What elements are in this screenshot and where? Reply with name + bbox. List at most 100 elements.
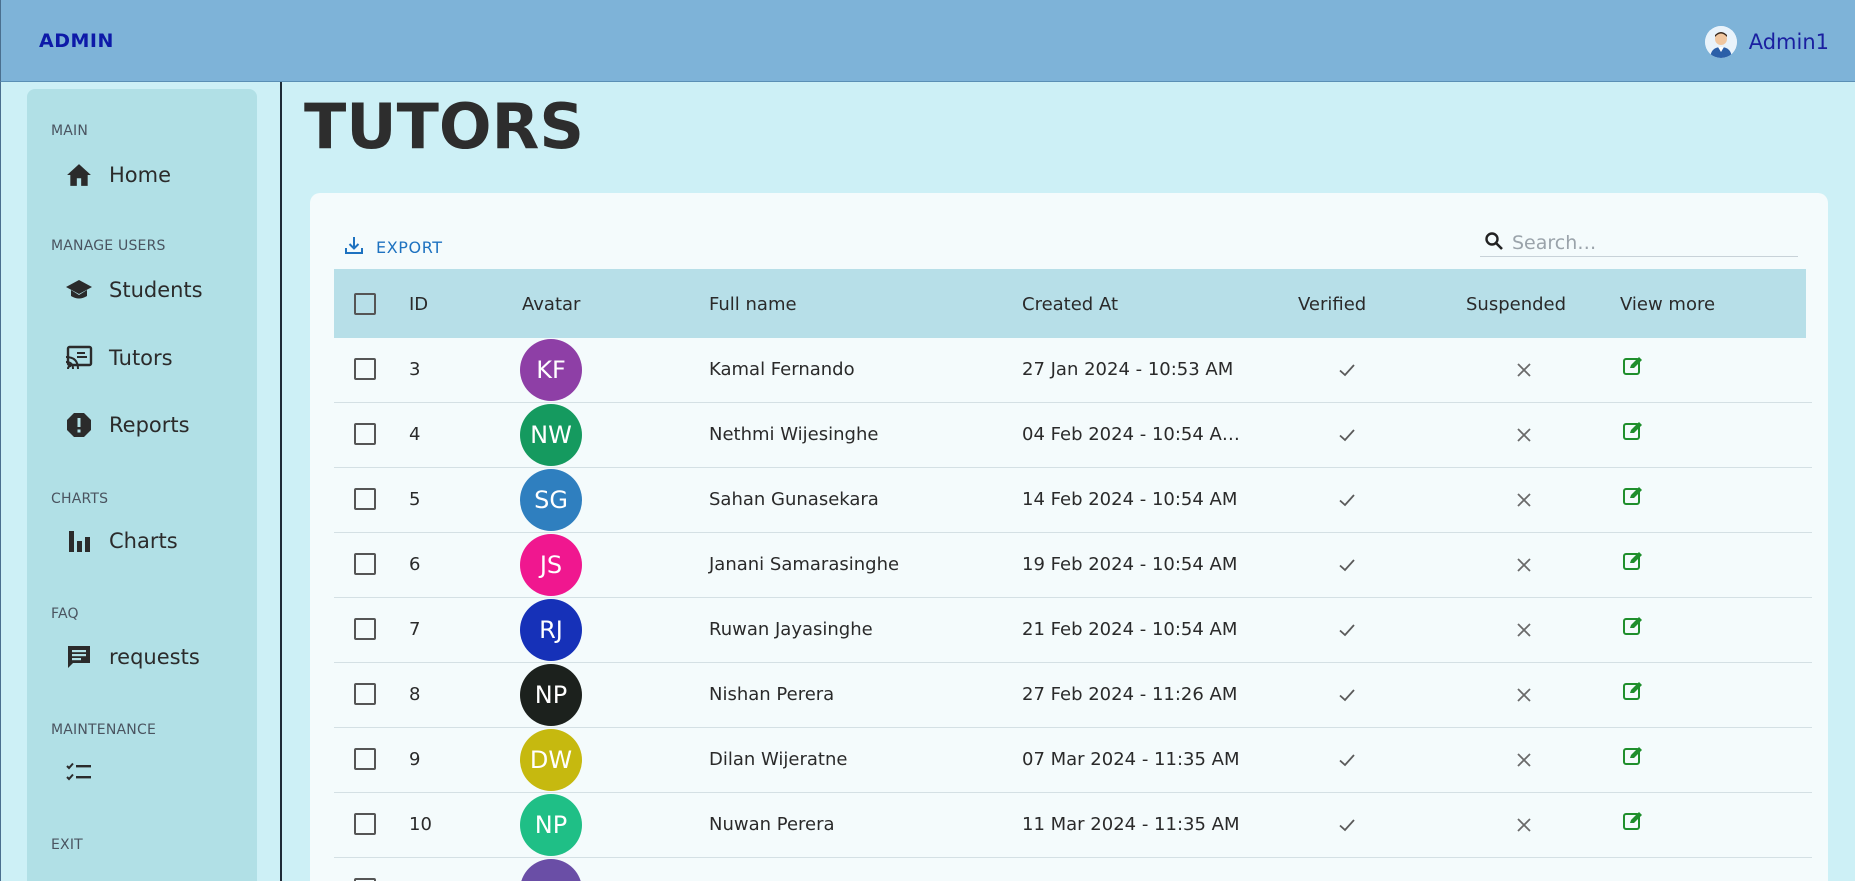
bar-chart-icon	[65, 527, 93, 555]
edit-icon[interactable]	[1622, 745, 1646, 769]
check-icon	[1337, 620, 1357, 640]
row-avatar: JS	[520, 534, 582, 596]
checklist-icon	[65, 759, 93, 787]
column-header-created-at[interactable]: Created At	[1022, 294, 1118, 315]
close-icon	[1514, 360, 1534, 380]
row-checkbox[interactable]	[354, 683, 376, 705]
row-created-at: 14 Feb 2024 - 10:54 AM	[1022, 489, 1238, 510]
close-icon	[1514, 815, 1534, 835]
cast-for-education-icon	[65, 344, 93, 372]
sidebar-item-requests[interactable]	[65, 759, 109, 787]
sidebar-item-reports[interactable]: Reports	[65, 411, 190, 439]
brand-title: ADMIN	[39, 30, 114, 52]
row-created-at: 19 Feb 2024 - 10:54 AM	[1022, 554, 1238, 575]
select-all-checkbox[interactable]	[354, 293, 376, 315]
edit-icon[interactable]	[1622, 550, 1646, 574]
check-icon	[1337, 815, 1357, 835]
export-button[interactable]: EXPORT	[344, 235, 443, 259]
sidebar-item-label: Charts	[109, 529, 178, 553]
row-checkbox[interactable]	[354, 813, 376, 835]
table-row[interactable]: 3 KF Kamal Fernando 27 Jan 2024 - 10:53 …	[334, 338, 1812, 403]
export-label: EXPORT	[376, 237, 443, 257]
graduation-cap-icon	[65, 276, 93, 304]
edit-icon[interactable]	[1622, 485, 1646, 509]
table-row[interactable]: 7 RJ Ruwan Jayasinghe 21 Feb 2024 - 10:5…	[334, 598, 1812, 663]
close-icon	[1514, 555, 1534, 575]
table-row[interactable]: 6 JS Janani Samarasinghe 19 Feb 2024 - 1…	[334, 533, 1812, 598]
table-header-row: ID Avatar Full name Created At Verified …	[334, 269, 1806, 338]
sidebar-item-comments[interactable]: requests	[65, 643, 200, 671]
search-field[interactable]	[1480, 229, 1798, 257]
row-id: 7	[409, 619, 421, 640]
avatar-initials: NW	[530, 421, 572, 449]
table-row[interactable]: 4 NW Nethmi Wijesinghe 04 Feb 2024 - 10:…	[334, 403, 1812, 468]
column-header-avatar[interactable]: Avatar	[522, 294, 580, 315]
search-input[interactable]	[1512, 231, 1782, 254]
edit-icon[interactable]	[1622, 355, 1646, 379]
row-created-at: 11 Mar 2024 - 11:35 AM	[1022, 814, 1240, 835]
row-checkbox[interactable]	[354, 553, 376, 575]
check-icon	[1337, 685, 1357, 705]
user-avatar-icon	[1704, 26, 1737, 58]
page-title: TUTORS	[304, 90, 585, 163]
table-row[interactable]	[334, 858, 1812, 881]
row-checkbox[interactable]	[354, 488, 376, 510]
close-icon	[1514, 425, 1534, 445]
row-avatar: RJ	[520, 599, 582, 661]
edit-icon[interactable]	[1622, 810, 1646, 834]
row-checkbox[interactable]	[354, 358, 376, 380]
sidebar-item-students[interactable]: Students	[65, 276, 203, 304]
sidebar: MAIN Home MANAGE USERS Students Tutors R…	[27, 89, 257, 881]
table-row[interactable]: 9 DW Dilan Wijeratne 07 Mar 2024 - 11:35…	[334, 728, 1812, 793]
check-icon	[1337, 490, 1357, 510]
check-icon	[1337, 555, 1357, 575]
table-row[interactable]: 8 NP Nishan Perera 27 Feb 2024 - 11:26 A…	[334, 663, 1812, 728]
row-avatar: DW	[520, 729, 582, 791]
row-full-name: Kamal Fernando	[709, 359, 855, 380]
row-id: 5	[409, 489, 421, 510]
sidebar-item-label: Tutors	[109, 346, 173, 370]
row-created-at: 07 Mar 2024 - 11:35 AM	[1022, 749, 1240, 770]
column-header-full-name[interactable]: Full name	[709, 294, 797, 315]
user-menu[interactable]: Admin1	[1704, 26, 1829, 58]
row-id: 3	[409, 359, 421, 380]
sidebar-item-tutors[interactable]: Tutors	[65, 344, 173, 372]
avatar-initials: SG	[534, 486, 568, 514]
sidebar-item-charts[interactable]: Charts	[65, 527, 178, 555]
table-row[interactable]: 5 SG Sahan Gunasekara 14 Feb 2024 - 10:5…	[334, 468, 1812, 533]
row-avatar: NP	[520, 664, 582, 726]
user-name: Admin1	[1748, 30, 1829, 54]
row-checkbox[interactable]	[354, 748, 376, 770]
edit-icon[interactable]	[1622, 680, 1646, 704]
table-row[interactable]: 10 NP Nuwan Perera 11 Mar 2024 - 11:35 A…	[334, 793, 1812, 858]
avatar-initials: DW	[529, 746, 573, 774]
avatar-initials: NP	[534, 681, 568, 709]
row-created-at: 27 Jan 2024 - 10:53 AM	[1022, 359, 1234, 380]
row-full-name: Ruwan Jayasinghe	[709, 619, 873, 640]
section-label-faq: FAQ	[51, 606, 79, 622]
edit-icon[interactable]	[1622, 420, 1646, 444]
check-icon	[1337, 750, 1357, 770]
comment-icon	[65, 643, 93, 671]
row-avatar: KF	[520, 339, 582, 401]
edit-icon[interactable]	[1622, 615, 1646, 639]
column-header-verified[interactable]: Verified	[1298, 294, 1366, 315]
check-icon	[1337, 425, 1357, 445]
row-id: 9	[409, 749, 421, 770]
home-icon	[65, 161, 93, 189]
sidebar-item-home[interactable]: Home	[65, 161, 171, 189]
avatar-initials: JS	[539, 551, 563, 579]
row-id: 6	[409, 554, 421, 575]
row-full-name: Nuwan Perera	[709, 814, 835, 835]
close-icon	[1514, 620, 1534, 640]
check-icon	[1337, 360, 1357, 380]
row-full-name: Sahan Gunasekara	[709, 489, 879, 510]
column-header-id[interactable]: ID	[409, 294, 428, 315]
column-header-suspended[interactable]: Suspended	[1466, 294, 1566, 315]
row-checkbox[interactable]	[354, 423, 376, 445]
section-label-manage-users: MANAGE USERS	[51, 238, 166, 254]
row-checkbox[interactable]	[354, 618, 376, 640]
row-avatar: NW	[520, 404, 582, 466]
section-label-main: MAIN	[51, 123, 89, 139]
column-header-view-more[interactable]: View more	[1620, 294, 1715, 315]
